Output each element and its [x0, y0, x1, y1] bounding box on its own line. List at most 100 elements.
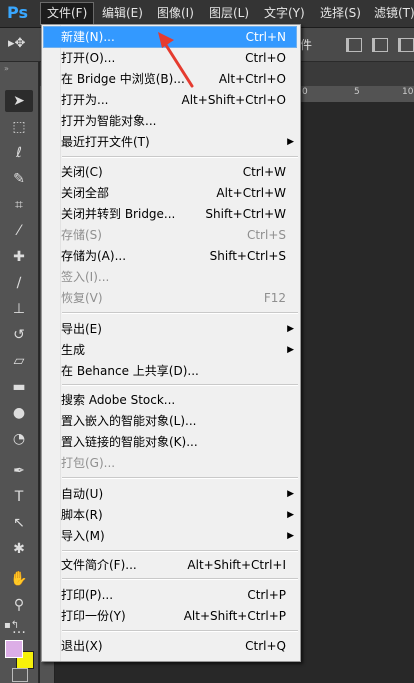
- menu-item-exit[interactable]: 退出(X) Ctrl+Q: [44, 636, 296, 656]
- pen-tool-icon[interactable]: ✒: [5, 460, 33, 482]
- menu-item-share-behance[interactable]: 在 Behance 上共享(D)...: [44, 361, 296, 381]
- menu-image[interactable]: 图像(I): [151, 3, 200, 24]
- blur-tool-icon[interactable]: ●: [5, 402, 33, 424]
- menu-file[interactable]: 文件(F): [39, 2, 95, 25]
- menu-item-close-all[interactable]: 关闭全部 Alt+Ctrl+W: [44, 183, 296, 203]
- submenu-arrow-icon: ▶: [287, 345, 294, 355]
- submenu-arrow-icon: ▶: [287, 531, 294, 541]
- menu-separator: [62, 312, 298, 314]
- menu-item-close[interactable]: 关闭(C) Ctrl+W: [44, 162, 296, 182]
- menu-item-shortcut: Ctrl+O: [245, 51, 286, 65]
- menu-item-close-go-bridge[interactable]: 关闭并转到 Bridge... Shift+Ctrl+W: [44, 204, 296, 224]
- menu-item-place-embedded[interactable]: 置入嵌入的智能对象(L)...: [44, 411, 296, 431]
- clone-stamp-tool-icon[interactable]: ⊥: [5, 298, 33, 320]
- menu-item-label: 搜索 Adobe Stock...: [61, 393, 176, 407]
- menu-item-export[interactable]: 导出(E) ▶: [44, 319, 296, 339]
- menu-item-save-as[interactable]: 存储为(A)... Shift+Ctrl+S: [44, 246, 296, 266]
- submenu-arrow-icon: ▶: [287, 489, 294, 499]
- ruler-label: 10: [402, 87, 414, 97]
- photoshop-logo: Ps: [7, 3, 28, 22]
- menu-item-label: 签入(I)...: [61, 270, 110, 284]
- menu-filter[interactable]: 滤镜(T): [368, 3, 414, 24]
- menu-item-shortcut: Ctrl+Q: [245, 639, 286, 653]
- menu-item-label: 置入嵌入的智能对象(L)...: [61, 414, 197, 428]
- foreground-color-swatch[interactable]: [5, 640, 23, 658]
- quick-selection-tool-icon[interactable]: ✎: [5, 168, 33, 190]
- menu-item-label: 打包(G)...: [61, 456, 116, 470]
- menu-item-label: 生成: [61, 343, 86, 357]
- menu-item-label: 存储为(A)...: [61, 249, 127, 263]
- menu-item-label: 自动(U): [61, 487, 104, 501]
- brush-tool-icon[interactable]: ∕: [5, 272, 33, 294]
- menu-item-place-linked[interactable]: 置入链接的智能对象(K)...: [44, 432, 296, 452]
- submenu-arrow-icon: ▶: [287, 137, 294, 147]
- menu-item-label: 打开为...: [61, 93, 109, 107]
- align-left-icon[interactable]: [346, 38, 362, 52]
- menu-item-label: 关闭全部: [61, 186, 110, 200]
- menu-layer[interactable]: 图层(L): [203, 3, 255, 24]
- menu-item-label: 打印(P)...: [61, 588, 114, 602]
- menu-item-label: 新建(N)...: [61, 30, 115, 44]
- marquee-tool-icon[interactable]: ⬚: [5, 116, 33, 138]
- menu-item-label: 置入链接的智能对象(K)...: [61, 435, 198, 449]
- eyedropper-tool-icon[interactable]: ⁄: [5, 220, 33, 242]
- hand-tool-icon[interactable]: ✋: [5, 568, 33, 590]
- menu-item-package: 打包(G)...: [44, 453, 296, 473]
- eraser-tool-icon[interactable]: ▱: [5, 350, 33, 372]
- file-menu-dropdown: 新建(N)... Ctrl+N 打开(O)... Ctrl+O 在 Bridge…: [41, 24, 301, 662]
- menu-item-label: 关闭并转到 Bridge...: [61, 207, 176, 221]
- gradient-tool-icon[interactable]: ▬: [5, 376, 33, 398]
- submenu-arrow-icon: ▶: [287, 510, 294, 520]
- menu-item-open-as-smart-object[interactable]: 打开为智能对象...: [44, 111, 296, 131]
- path-selection-tool-icon[interactable]: ↖: [5, 512, 33, 534]
- menu-item-shortcut: Alt+Ctrl+O: [218, 72, 286, 86]
- menu-item-shortcut: Ctrl+P: [247, 588, 286, 602]
- menu-item-label: 打印一份(Y): [61, 609, 126, 623]
- align-right-icon[interactable]: [398, 38, 414, 52]
- menu-item-label: 恢复(V): [61, 291, 103, 305]
- menu-item-generate[interactable]: 生成 ▶: [44, 340, 296, 360]
- menu-select[interactable]: 选择(S): [314, 3, 367, 24]
- ruler-label: 0: [302, 87, 308, 97]
- menu-item-recent-files[interactable]: 最近打开文件(T) ▶: [44, 132, 296, 152]
- menu-item-search-adobe-stock[interactable]: 搜索 Adobe Stock...: [44, 390, 296, 410]
- crop-tool-icon[interactable]: ⌗: [5, 194, 33, 216]
- menu-item-label: 脚本(R): [61, 508, 103, 522]
- menu-edit[interactable]: 编辑(E): [96, 3, 149, 24]
- menu-item-shortcut: Shift+Ctrl+W: [205, 207, 286, 221]
- submenu-arrow-icon: ▶: [287, 324, 294, 334]
- default-colors-icon[interactable]: ▪↰: [4, 620, 19, 631]
- menu-item-import[interactable]: 导入(M) ▶: [44, 526, 296, 546]
- menu-item-revert: 恢复(V) F12: [44, 288, 296, 308]
- menu-item-shortcut: Ctrl+W: [242, 165, 286, 179]
- menu-item-shortcut: Ctrl+N: [245, 30, 286, 44]
- menu-item-automate[interactable]: 自动(U) ▶: [44, 484, 296, 504]
- panel-grip-icon[interactable]: »: [4, 65, 34, 73]
- menu-item-print-one-copy[interactable]: 打印一份(Y) Alt+Shift+Ctrl+P: [44, 606, 296, 626]
- menu-item-print[interactable]: 打印(P)... Ctrl+P: [44, 585, 296, 605]
- history-brush-tool-icon[interactable]: ↺: [5, 324, 33, 346]
- menu-item-shortcut: Ctrl+S: [246, 228, 286, 242]
- quick-mask-icon[interactable]: [12, 668, 28, 682]
- menu-separator: [62, 156, 298, 158]
- move-tool-icon[interactable]: ▸✥: [8, 36, 25, 52]
- menu-item-scripts[interactable]: 脚本(R) ▶: [44, 505, 296, 525]
- align-center-icon[interactable]: [372, 38, 388, 52]
- healing-brush-tool-icon[interactable]: ✚: [5, 246, 33, 268]
- menu-item-label: 存储(S): [61, 228, 102, 242]
- lasso-tool-icon[interactable]: ℓ: [5, 142, 33, 164]
- ruler-label: 5: [354, 87, 360, 97]
- dodge-tool-icon[interactable]: ◔: [5, 428, 33, 450]
- move-tool-icon[interactable]: ➤: [5, 90, 33, 112]
- options-partial-text: 件: [300, 38, 313, 52]
- menu-item-label: 文件简介(F)...: [61, 558, 137, 572]
- menu-item-shortcut: Alt+Shift+Ctrl+O: [181, 93, 286, 107]
- type-tool-icon[interactable]: T: [5, 486, 33, 508]
- menu-item-file-info[interactable]: 文件简介(F)... Alt+Shift+Ctrl+I: [44, 555, 296, 575]
- zoom-tool-icon[interactable]: ⚲: [5, 594, 33, 616]
- menu-item-shortcut: Alt+Shift+Ctrl+P: [183, 609, 286, 623]
- menu-type[interactable]: 文字(Y): [258, 3, 311, 24]
- shape-tool-icon[interactable]: ✱: [5, 538, 33, 560]
- menu-item-open-as[interactable]: 打开为... Alt+Shift+Ctrl+O: [44, 90, 296, 110]
- menu-item-shortcut: Shift+Ctrl+S: [209, 249, 286, 263]
